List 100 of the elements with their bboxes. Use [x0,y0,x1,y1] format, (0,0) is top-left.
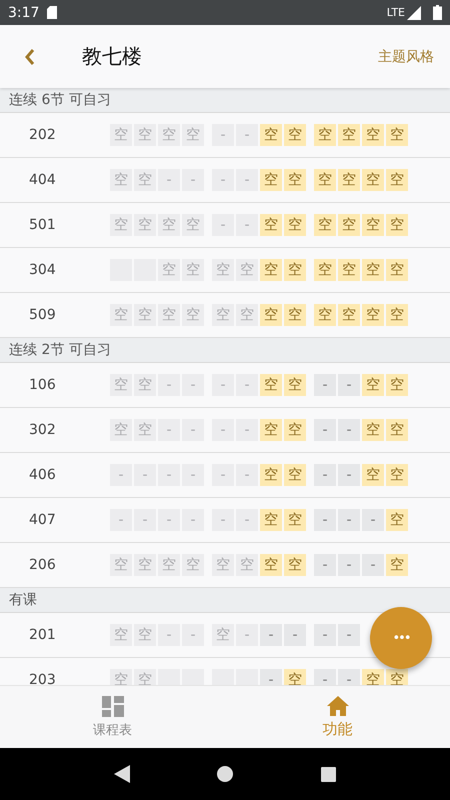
period-cell: 空 [182,124,204,146]
recents-square-icon[interactable] [321,766,336,782]
period-cell: 空 [386,214,408,236]
period-cell: 空 [110,304,132,326]
period-cell: - [236,169,258,191]
period-cell: 空 [212,259,234,281]
nav-tab[interactable]: 功能 [225,686,450,748]
section-header: 连续 2节 可自习 [0,338,450,363]
period-cell: - [260,624,282,646]
period-cell: 空 [158,214,180,236]
period-cell: 空 [158,304,180,326]
period-cell: - [182,419,204,441]
period-cell: 空 [386,304,408,326]
period-cell: 空 [158,554,180,576]
period-cell: 空 [260,124,282,146]
home-circle-icon[interactable] [217,766,234,782]
period-cell: 空 [260,419,282,441]
period-cell: 空 [236,554,258,576]
period-cell: 空 [110,624,132,646]
room-number: 406 [28,467,57,483]
period-cell: 空 [386,374,408,396]
period-cell: - [158,509,180,531]
room-number: 304 [28,262,57,278]
period-cell: - [134,509,156,531]
period-cell: - [338,624,360,646]
period-cell: - [284,624,306,646]
period-cell: 空 [314,169,336,191]
period-cell: 空 [362,464,384,486]
room-number: 202 [28,127,57,143]
period-cell: 空 [260,509,282,531]
room-number: 201 [28,627,57,643]
period-cell: - [338,509,360,531]
period-cell: 空 [212,554,234,576]
period-cell: - [338,374,360,396]
back-chevron-icon [24,48,36,66]
period-cell: - [362,554,384,576]
period-cell: 空 [260,214,282,236]
room-number: 509 [28,307,57,323]
period-cell: 空 [362,124,384,146]
period-cell: 空 [362,169,384,191]
period-cell: 空 [134,169,156,191]
period-cell: - [134,464,156,486]
period-cell: 空 [386,124,408,146]
period-cell: 空 [134,669,156,685]
room-number: 404 [28,172,57,188]
period-cell: 空 [284,214,306,236]
period-cell: 空 [284,374,306,396]
period-cell: - [212,169,234,191]
period-cell: - [212,374,234,396]
period-cell: - [236,509,258,531]
back-triangle-icon[interactable] [114,765,130,783]
period-cell: 空 [284,124,306,146]
period-cell: 空 [158,259,180,281]
period-cell: 空 [110,214,132,236]
period-cell: 空 [362,259,384,281]
period-cell: 空 [314,214,336,236]
period-cell: 空 [110,374,132,396]
room-number: 407 [28,512,57,528]
period-cell: 空 [260,259,282,281]
period-cell: 空 [386,259,408,281]
theme-style-button[interactable]: 主题风格 [374,44,438,70]
period-cell: 空 [134,624,156,646]
period-cell: - [236,419,258,441]
period-cell: 空 [134,124,156,146]
period-cell: - [158,169,180,191]
period-cell: - [338,419,360,441]
period-cell: 空 [338,259,360,281]
period-cell: - [338,554,360,576]
period-cell: - [110,509,132,531]
period-cell: 空 [182,304,204,326]
period-cell: 空 [386,554,408,576]
period-cell: - [260,669,282,685]
period-cell: 空 [362,214,384,236]
network-type: LTE [386,6,405,19]
period-cell: - [110,464,132,486]
period-cell: - [182,169,204,191]
period-cell: 空 [284,509,306,531]
period-cell: - [212,419,234,441]
room-number: 501 [28,217,57,233]
period-cell: 空 [182,259,204,281]
period-cell: - [314,624,336,646]
period-cell: - [236,374,258,396]
period-cell: - [212,214,234,236]
period-cell: - [338,669,360,685]
grid-icon [102,696,124,716]
period-cell: - [314,419,336,441]
period-cell: 空 [134,214,156,236]
period-cell: - [212,464,234,486]
period-cell: - [182,624,204,646]
period-cell: - [314,464,336,486]
period-cell: 空 [362,419,384,441]
period-cell: - [314,374,336,396]
nav-tab[interactable]: 课程表 [0,686,225,748]
period-cell: 空 [338,124,360,146]
period-cell: 空 [314,304,336,326]
period-cell: - [236,214,258,236]
section-header: 有课 [0,588,450,613]
period-cell: 空 [260,304,282,326]
period-cell: 空 [284,304,306,326]
section-header: 连续 6节 可自习 [0,88,450,113]
